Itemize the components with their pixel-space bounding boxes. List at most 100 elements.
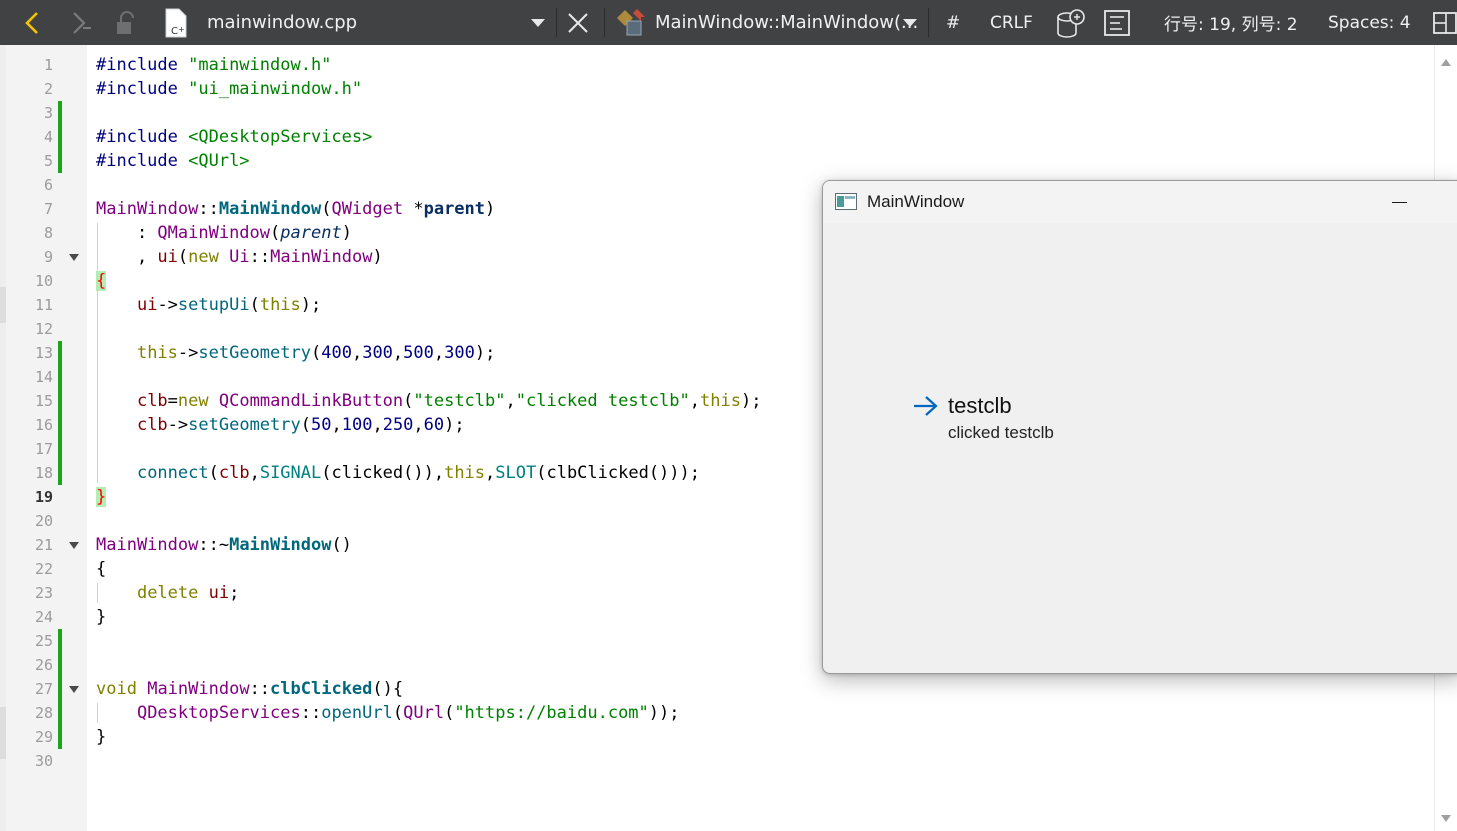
line-number[interactable]: 14	[6, 365, 53, 389]
line-number[interactable]: 6	[6, 173, 53, 197]
line-number[interactable]: 15	[6, 389, 53, 413]
code-token: clb	[136, 391, 168, 411]
line-number[interactable]: 23	[6, 581, 53, 605]
app-window-titlebar[interactable]: MainWindow	[823, 181, 1457, 223]
code-line[interactable]: , ui(new Ui::MainWindow)	[96, 245, 383, 269]
line-number[interactable]: 4	[6, 125, 53, 149]
code-token: openUrl	[321, 703, 393, 723]
fold-arrow-icon[interactable]	[69, 686, 79, 693]
symbol-dropdown-icon[interactable]	[902, 0, 922, 45]
code-token: (	[392, 703, 404, 723]
code-token: *	[403, 199, 424, 219]
code-token: ,	[96, 247, 158, 267]
line-number[interactable]: 9	[6, 245, 53, 269]
outline-icon[interactable]	[1103, 0, 1133, 45]
scroll-up-icon[interactable]	[1441, 59, 1451, 66]
code-token: MainWindow	[96, 535, 199, 555]
code-line[interactable]: #include "ui_mainwindow.h"	[96, 77, 362, 101]
code-line[interactable]: QDesktopServices::openUrl(QUrl("https://…	[96, 701, 680, 725]
code-line[interactable]: : QMainWindow(parent)	[96, 221, 352, 245]
code-token: ,	[351, 343, 363, 363]
code-token: );	[740, 391, 762, 411]
line-number[interactable]: 28	[6, 701, 53, 725]
line-number[interactable]: 1	[6, 53, 53, 77]
line-number[interactable]: 3	[6, 101, 53, 125]
arrow-right-icon	[914, 396, 938, 416]
line-ending-selector[interactable]: CRLF	[990, 0, 1033, 45]
code-line[interactable]: connect(clb,SIGNAL(clicked()),this,SLOT(…	[96, 461, 700, 485]
code-line[interactable]: clb=new QCommandLinkButton("testclb","cl…	[96, 389, 761, 413]
toolbar-divider	[604, 8, 605, 37]
minimize-button[interactable]	[1371, 181, 1427, 223]
symbol-icon	[615, 0, 651, 45]
code-line[interactable]: ui->setupUi(this);	[96, 293, 321, 317]
line-number[interactable]: 26	[6, 653, 53, 677]
code-line[interactable]: MainWindow::~MainWindow()	[96, 533, 352, 557]
line-number[interactable]: 7	[6, 197, 53, 221]
hash-text: #	[946, 12, 961, 33]
indent-guide	[97, 703, 98, 723]
line-number[interactable]: 8	[6, 221, 53, 245]
line-number[interactable]: 24	[6, 605, 53, 629]
line-number[interactable]: 30	[6, 749, 53, 773]
code-token: 60	[423, 415, 445, 435]
code-token: ,	[392, 343, 404, 363]
fold-arrow-icon[interactable]	[69, 542, 79, 549]
code-line[interactable]: }	[96, 605, 106, 629]
code-token: this	[259, 295, 301, 315]
line-number[interactable]: 12	[6, 317, 53, 341]
line-number[interactable]: 17	[6, 437, 53, 461]
code-line[interactable]: #include <QUrl>	[96, 149, 250, 173]
code-line[interactable]: #include <QDesktopServices>	[96, 125, 372, 149]
code-line[interactable]: clb->setGeometry(50,100,250,60);	[96, 413, 465, 437]
code-token: MainWindow	[96, 199, 199, 219]
app-window[interactable]: MainWindow testclb clicked testclb	[822, 180, 1457, 674]
line-number[interactable]: 21	[6, 533, 53, 557]
code-line[interactable]: MainWindow::MainWindow(QWidget *parent)	[96, 197, 495, 221]
line-number[interactable]: 16	[6, 413, 53, 437]
code-line[interactable]: {	[96, 557, 106, 581]
file-name-label[interactable]: mainwindow.cpp	[207, 0, 357, 45]
hash-button[interactable]: #	[946, 0, 960, 45]
line-number[interactable]: 18	[6, 461, 53, 485]
line-number[interactable]: 22	[6, 557, 53, 581]
indent-guide	[97, 583, 98, 603]
code-token: ,	[331, 415, 342, 435]
forward-icon[interactable]	[66, 0, 100, 45]
code-token: }	[96, 727, 107, 747]
cursor-position-label[interactable]: 行号: 19, 列号: 2	[1164, 0, 1298, 45]
line-number[interactable]: 2	[6, 77, 53, 101]
line-number[interactable]: 10	[6, 269, 53, 293]
database-icon[interactable]	[1055, 0, 1089, 45]
line-number[interactable]: 25	[6, 629, 53, 653]
line-number[interactable]: 29	[6, 725, 53, 749]
app-window-title: MainWindow	[867, 192, 965, 211]
split-view-icon[interactable]	[1432, 0, 1457, 45]
line-number[interactable]: 27	[6, 677, 53, 701]
code-line[interactable]: this->setGeometry(400,300,500,300);	[96, 341, 495, 365]
code-line[interactable]: void MainWindow::clbClicked(){	[96, 677, 403, 701]
line-number[interactable]: 5	[6, 149, 53, 173]
code-token: this	[136, 343, 178, 363]
file-dropdown-icon[interactable]	[530, 0, 550, 45]
line-number[interactable]: 11	[6, 293, 53, 317]
line-ending-text: CRLF	[990, 12, 1033, 33]
symbol-selector[interactable]: MainWindow::MainWindow(...	[655, 0, 918, 45]
line-number[interactable]: 13	[6, 341, 53, 365]
code-token: ->	[157, 295, 178, 315]
code-line[interactable]: }	[96, 485, 107, 509]
back-icon[interactable]	[18, 0, 52, 45]
code-line[interactable]: delete ui;	[96, 581, 239, 605]
scroll-down-icon[interactable]	[1441, 815, 1451, 822]
fold-arrow-icon[interactable]	[69, 254, 79, 261]
code-line[interactable]: #include "mainwindow.h"	[96, 53, 331, 77]
code-line[interactable]: }	[96, 725, 106, 749]
command-link-button[interactable]: testclb clicked testclb	[909, 391, 1159, 451]
line-number[interactable]: 19	[6, 485, 53, 509]
line-number[interactable]: 20	[6, 509, 53, 533]
close-icon[interactable]	[566, 0, 594, 45]
lock-icon[interactable]	[114, 0, 144, 45]
indentation-selector[interactable]: Spaces: 4	[1328, 0, 1411, 45]
